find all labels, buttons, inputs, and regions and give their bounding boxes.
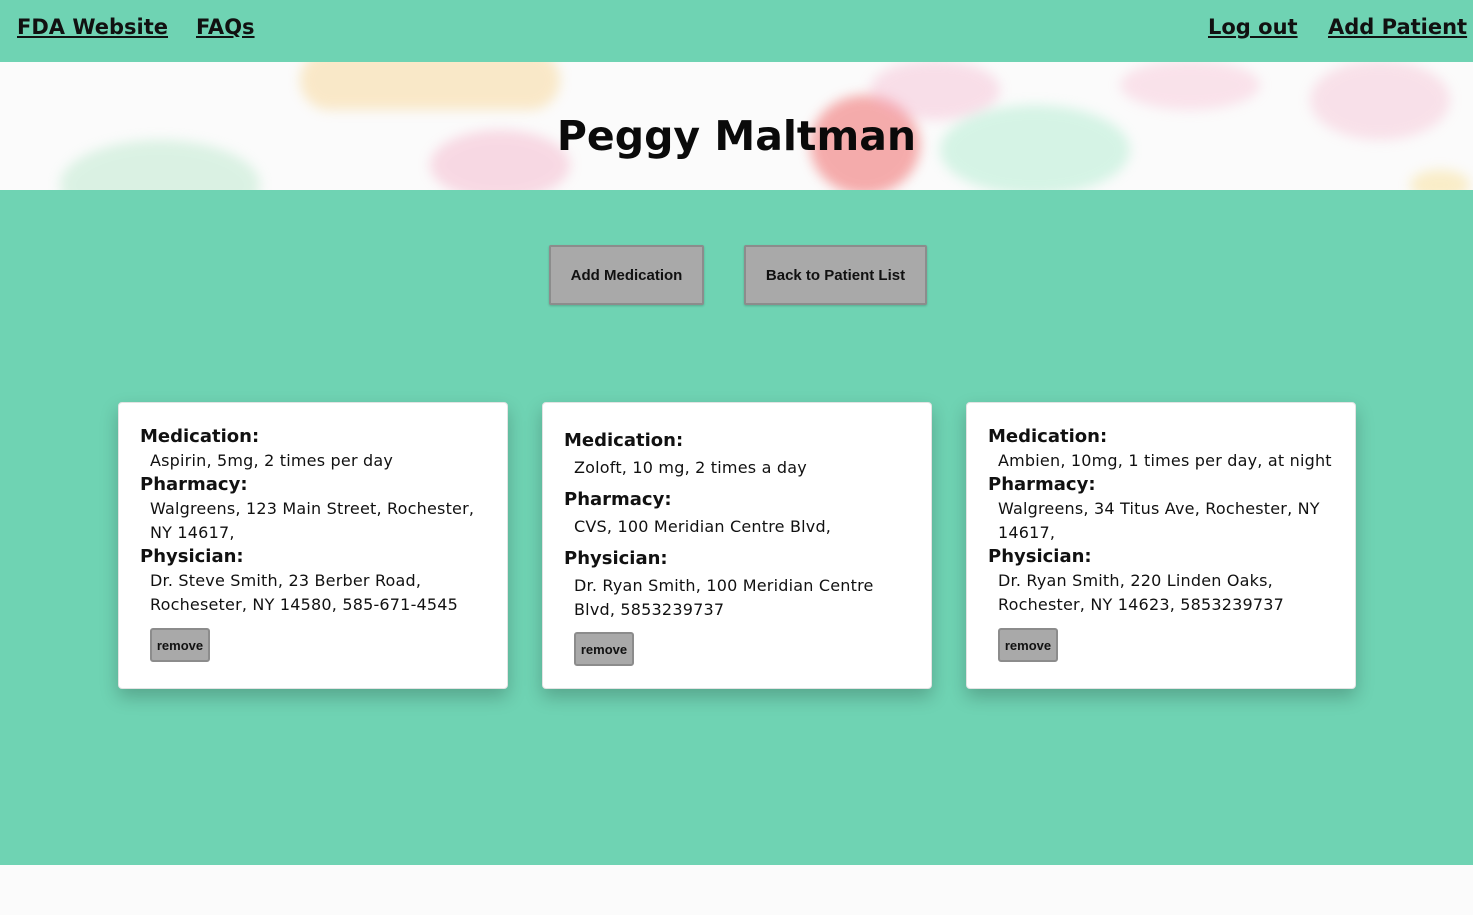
- medication-card: Medication: Zoloft, 10 mg, 2 times a day…: [542, 402, 932, 689]
- pharmacy-label: Pharmacy:: [140, 474, 248, 495]
- medication-value: Zoloft, 10 mg, 2 times a day: [574, 458, 807, 477]
- physician-value: Dr. Ryan Smith, 100 Meridian Centre Blvd…: [574, 576, 874, 619]
- add-medication-button[interactable]: Add Medication: [549, 245, 704, 305]
- back-to-patient-list-button[interactable]: Back to Patient List: [744, 245, 927, 305]
- pharmacy-value: CVS, 100 Meridian Centre Blvd,: [574, 517, 832, 536]
- nav-link-add-patient[interactable]: Add Patient: [1328, 15, 1467, 39]
- remove-button[interactable]: remove: [150, 628, 210, 662]
- patient-name-title: Peggy Maltman: [556, 112, 917, 160]
- pharmacy-label: Pharmacy:: [564, 489, 672, 510]
- medication-card: Medication: Aspirin, 5mg, 2 times per da…: [118, 402, 508, 689]
- medication-card: Medication: Ambien, 10mg, 1 times per da…: [966, 402, 1356, 689]
- medication-label: Medication:: [988, 426, 1108, 447]
- physician-label: Physician:: [988, 546, 1092, 567]
- physician-value: Dr. Steve Smith, 23 Berber Road, Rochese…: [150, 571, 459, 614]
- patient-main-section: Add Medication Back to Patient List Medi…: [0, 190, 1473, 865]
- footer-background: [0, 865, 1473, 915]
- medication-label: Medication:: [140, 426, 260, 447]
- nav-link-log-out[interactable]: Log out: [1208, 15, 1298, 39]
- physician-label: Physician:: [140, 546, 244, 567]
- nav-link-fda-website[interactable]: FDA Website: [17, 15, 168, 39]
- nav-link-faqs[interactable]: FAQs: [196, 15, 255, 39]
- pharmacy-value: Walgreens, 34 Titus Ave, Rochester, NY 1…: [998, 499, 1320, 542]
- medication-value: Aspirin, 5mg, 2 times per day: [150, 451, 394, 470]
- physician-label: Physician:: [564, 548, 668, 569]
- physician-value: Dr. Ryan Smith, 220 Linden Oaks, Rochest…: [998, 571, 1285, 614]
- pharmacy-value: Walgreens, 123 Main Street, Rochester, N…: [150, 499, 475, 542]
- remove-button[interactable]: remove: [998, 628, 1058, 662]
- remove-button[interactable]: remove: [574, 632, 634, 666]
- medication-value: Ambien, 10mg, 1 times per day, at night: [998, 451, 1332, 470]
- medication-label: Medication:: [564, 430, 684, 451]
- patient-header: Peggy Maltman: [0, 62, 1473, 190]
- pharmacy-label: Pharmacy:: [988, 474, 1096, 495]
- top-navigation: FDA Website FAQs Log out Add Patient: [0, 0, 1473, 62]
